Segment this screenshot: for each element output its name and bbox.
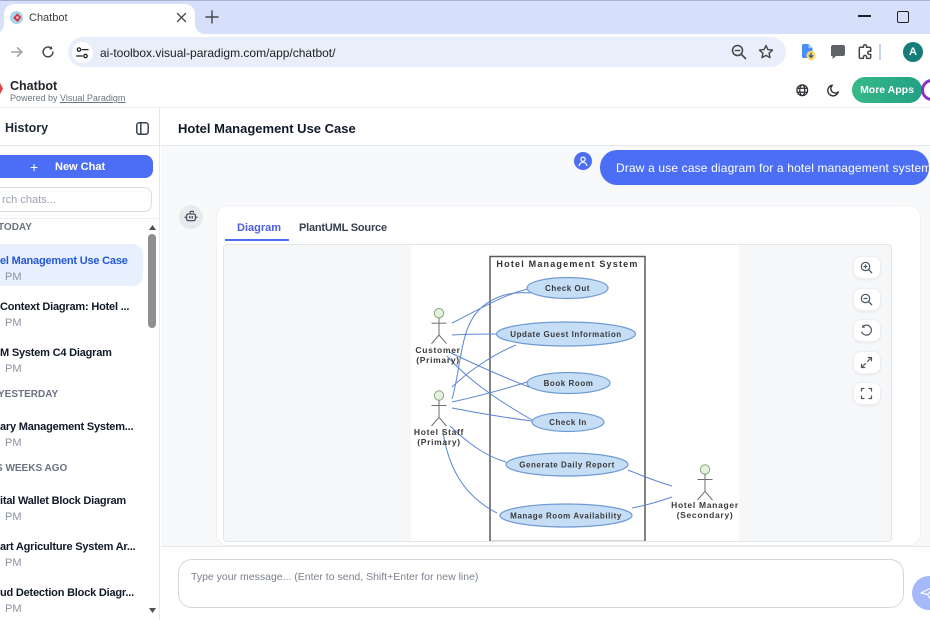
- svg-text:Update Guest Information: Update Guest Information: [510, 330, 621, 339]
- svg-text:Book Room: Book Room: [544, 379, 594, 388]
- svg-text:Generate Daily Report: Generate Daily Report: [519, 461, 615, 470]
- svg-text:Check Out: Check Out: [545, 284, 590, 293]
- svg-text:Hotel Manager: Hotel Manager: [671, 500, 739, 510]
- svg-text:(Secondary): (Secondary): [677, 510, 734, 520]
- svg-text:Check In: Check In: [549, 418, 587, 427]
- svg-text:Hotel Management System: Hotel Management System: [496, 259, 638, 269]
- svg-text:Customer: Customer: [415, 345, 460, 355]
- svg-text:Manage Room Availability: Manage Room Availability: [510, 512, 622, 521]
- svg-text:(Primary): (Primary): [417, 437, 461, 447]
- svg-text:(Primary): (Primary): [416, 355, 460, 365]
- svg-text:Hotel Staff: Hotel Staff: [414, 427, 464, 437]
